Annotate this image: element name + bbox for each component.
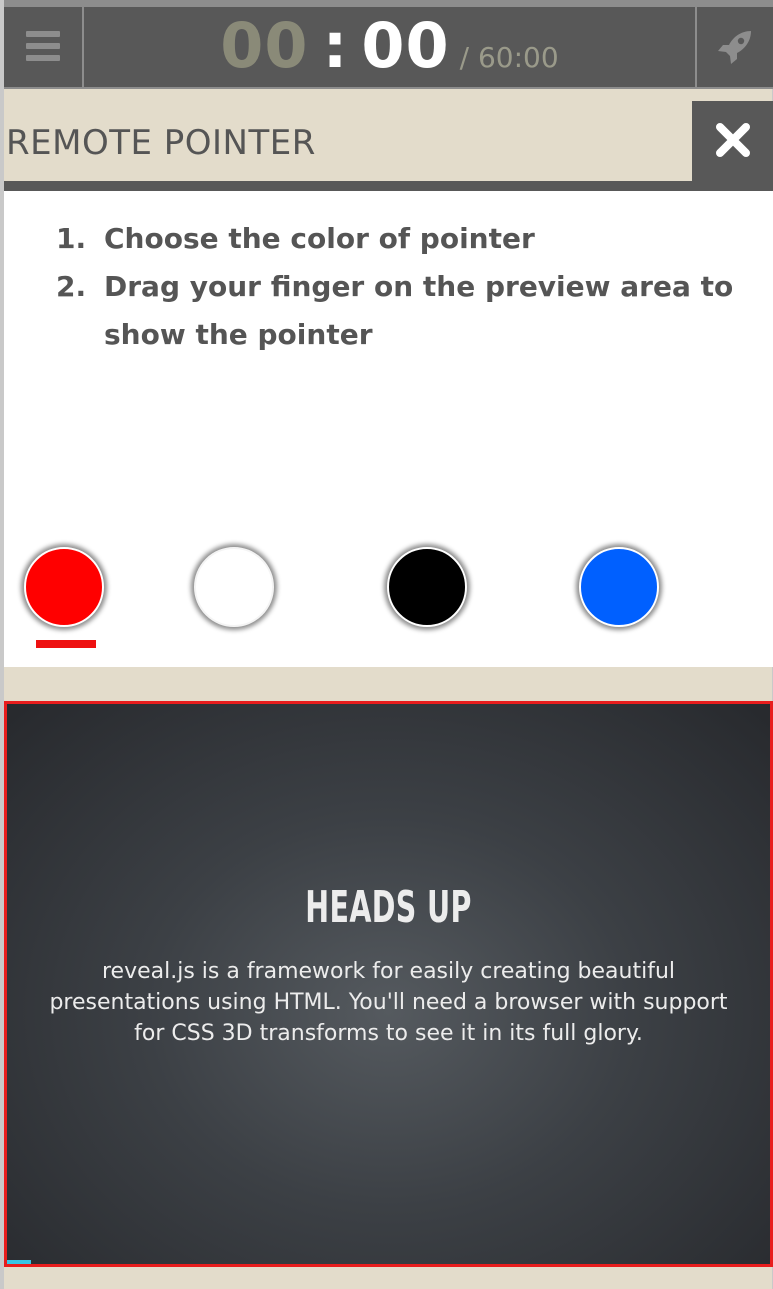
rocket-icon xyxy=(718,31,751,64)
header-divider xyxy=(4,181,773,191)
instruction-item: 1. Choose the color of pointer xyxy=(56,215,746,263)
hamburger-icon xyxy=(26,31,60,61)
instructions-list: 1. Choose the color of pointer 2. Drag y… xyxy=(56,215,746,359)
page-title: REMOTE POINTER xyxy=(6,123,316,163)
instruction-number: 1. xyxy=(56,222,87,255)
slide-preview-area[interactable]: HEADS UP reveal.js is a framework for ea… xyxy=(4,701,773,1267)
selected-color-indicator xyxy=(36,640,96,648)
top-bar: 00:00 / 60:00 xyxy=(4,0,773,89)
launch-button[interactable] xyxy=(697,7,773,87)
slide-body: reveal.js is a framework for easily crea… xyxy=(49,959,728,1046)
color-swatch-blue[interactable] xyxy=(579,547,659,627)
instruction-item: 2. Drag your finger on the preview area … xyxy=(56,263,746,359)
instruction-number: 2. xyxy=(56,270,87,303)
timer-seconds: 00 xyxy=(361,9,450,82)
timer-total: / 60:00 xyxy=(459,41,559,74)
color-swatch-red[interactable] xyxy=(24,547,104,627)
slide-title: HEADS UP xyxy=(305,882,472,933)
instruction-text: Drag your finger on the preview area to … xyxy=(104,270,734,351)
panel-header: REMOTE POINTER xyxy=(4,101,692,181)
slide-progress-bar xyxy=(7,1260,31,1264)
timer-separator: : xyxy=(322,9,348,82)
instructions-panel: 1. Choose the color of pointer 2. Drag y… xyxy=(4,191,773,667)
color-swatch-black[interactable] xyxy=(387,547,467,627)
instruction-text: Choose the color of pointer xyxy=(104,222,535,255)
timer-minutes: 00 xyxy=(220,9,309,82)
timer: 00:00 / 60:00 xyxy=(84,7,695,87)
close-icon xyxy=(716,123,750,157)
app-frame: 00:00 / 60:00 REMOTE POINTER 1. Choose th… xyxy=(4,0,773,1289)
menu-button[interactable] xyxy=(4,7,82,87)
close-button[interactable] xyxy=(692,101,773,181)
color-swatch-white[interactable] xyxy=(194,547,274,627)
